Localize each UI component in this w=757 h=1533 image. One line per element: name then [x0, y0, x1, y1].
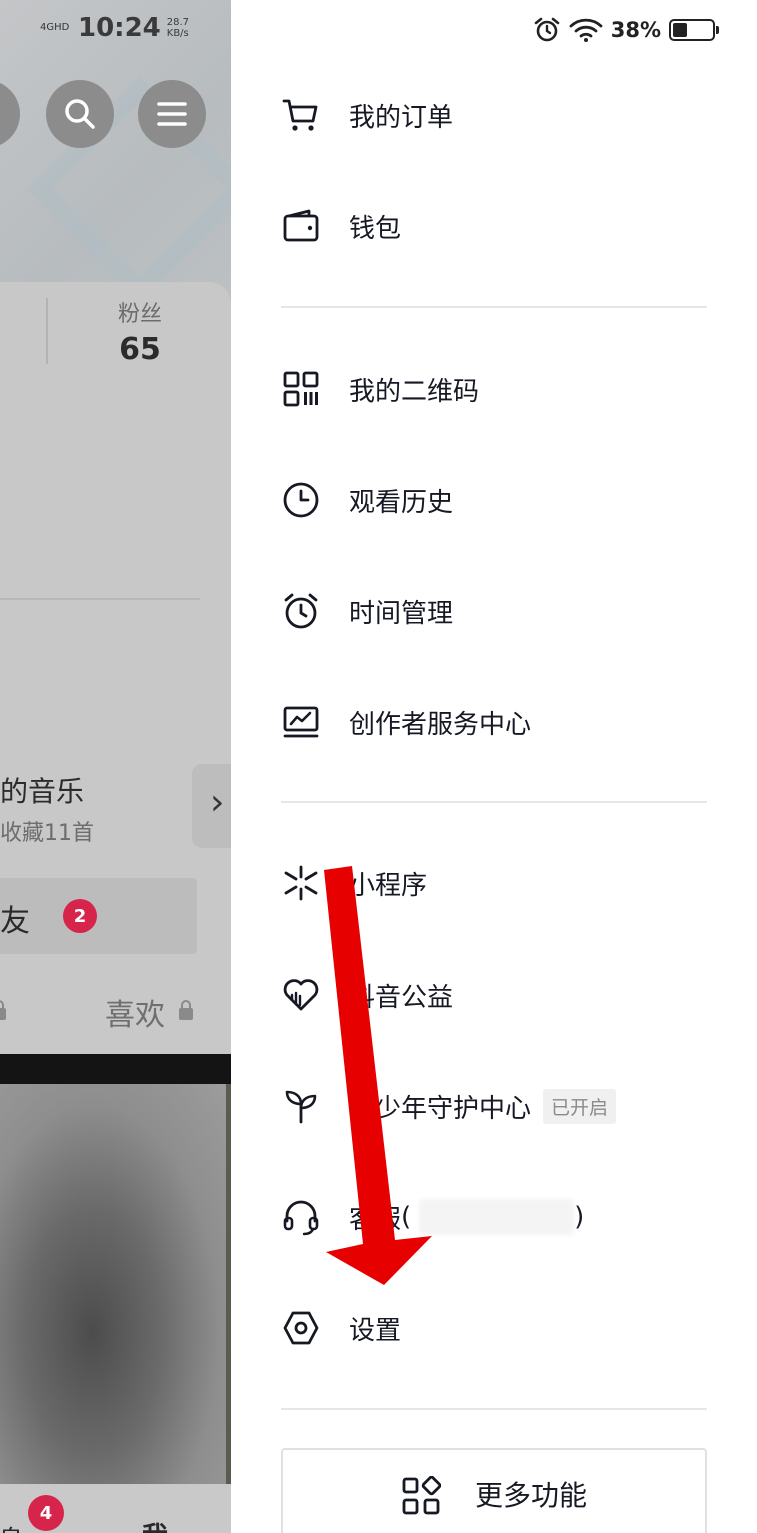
tab-messages[interactable]: 消息 — [0, 1520, 24, 1533]
menu-label: 青少年守护中心 — [349, 1093, 532, 1124]
network-indicator: 4GHD — [40, 22, 70, 33]
speed-unit: KB/s — [166, 28, 189, 39]
fans-label: 粉丝 — [117, 302, 162, 327]
status-bar-left: 4GHD 10:24 28.7 KB/s — [40, 12, 189, 44]
menu-item-watch-history[interactable]: 观看历史 — [281, 470, 711, 530]
menu-item-time-management[interactable]: 时间管理 — [281, 581, 711, 641]
cart-icon — [281, 95, 321, 135]
lock-icon — [179, 1000, 193, 1020]
search-button[interactable] — [46, 80, 114, 148]
menu-label: 钱包 — [349, 213, 402, 244]
menu-item-qr-code[interactable]: 我的二维码 — [281, 359, 711, 419]
menu-divider — [281, 801, 707, 803]
likes-tab[interactable]: 喜欢 — [105, 990, 165, 1034]
open-paren: ( — [401, 1202, 412, 1232]
tab-me[interactable]: 我 — [142, 1516, 168, 1533]
hamburger-menu-icon — [157, 102, 187, 126]
status-bar-right: 38% — [533, 14, 719, 46]
close-paren: ) — [574, 1202, 585, 1232]
menu-item-my-orders[interactable]: 我的订单 — [281, 85, 711, 145]
headset-icon — [281, 1197, 321, 1237]
my-music-title[interactable]: 我的音乐 — [0, 770, 84, 810]
menu-item-mini-programs[interactable]: 小程序 — [281, 853, 711, 913]
menu-item-customer-service[interactable]: 客服 ( ) — [281, 1187, 711, 1247]
network-speed: 28.7 KB/s — [167, 17, 189, 39]
menu-label: 观看历史 — [349, 487, 454, 518]
menu-item-creator-center[interactable]: 创作者服务中心 — [281, 692, 711, 752]
menu-button[interactable] — [138, 80, 206, 148]
qr-code-icon — [281, 369, 321, 409]
menu-divider — [281, 1408, 707, 1410]
status-time: 10:24 — [78, 13, 161, 43]
search-icon — [65, 99, 95, 129]
status-badge: 已开启 — [543, 1088, 617, 1124]
friends-label: 朋友 — [0, 904, 30, 939]
blurred-video-thumbnail[interactable] — [0, 1084, 231, 1484]
chevron-right-icon: › — [210, 782, 225, 823]
my-music-subtitle: 已收藏11首 — [0, 821, 94, 846]
redacted-contact — [419, 1199, 575, 1235]
creator-monitor-icon — [281, 702, 321, 742]
dimmed-profile-background[interactable]: 4GHD 10:24 28.7 KB/s 粉丝 65 我的音乐 已收藏11首 ›… — [0, 0, 231, 1533]
music-expand-button[interactable]: › — [192, 764, 231, 848]
menu-divider — [281, 306, 707, 308]
fans-count[interactable]: 65 — [100, 332, 180, 367]
menu-label: 我的二维码 — [349, 376, 480, 407]
battery-icon — [669, 19, 719, 41]
mini-program-icon — [281, 863, 321, 903]
menu-label: 客服 — [349, 1204, 402, 1235]
menu-label: 小程序 — [349, 870, 428, 901]
battery-percent: 38% — [610, 18, 661, 42]
menu-item-settings[interactable]: 设置 — [281, 1298, 711, 1358]
messages-badge: 4 — [28, 1495, 64, 1531]
alarm-status-icon — [534, 17, 560, 42]
menu-label: 时间管理 — [349, 598, 454, 629]
wallet-icon — [281, 206, 321, 246]
lock-icon — [0, 1000, 6, 1020]
menu-item-charity[interactable]: 抖音公益 — [281, 965, 711, 1025]
speed-value: 28.7 — [166, 17, 190, 28]
menu-label: 创作者服务中心 — [349, 709, 532, 740]
alarm-clock-icon — [281, 591, 321, 631]
menu-label: 抖音公益 — [349, 982, 454, 1013]
side-drawer-menu: 38% 我的订单 钱包 我的二维码 观看历史 时间管理 创作者服务中心 小程序 … — [231, 0, 757, 1533]
profile-divider — [0, 598, 200, 600]
battery-level — [673, 23, 687, 37]
menu-label: 设置 — [349, 1315, 402, 1346]
more-features-label: 更多功能 — [474, 1479, 587, 1512]
sprout-icon — [281, 1086, 321, 1126]
friends-badge: 2 — [63, 899, 97, 933]
wifi-icon — [569, 18, 603, 42]
stats-divider — [46, 298, 48, 364]
menu-item-wallet[interactable]: 钱包 — [281, 196, 711, 256]
content-separator — [0, 1054, 231, 1084]
apps-grid-icon — [401, 1475, 442, 1516]
charity-heart-icon — [281, 975, 321, 1015]
more-features-button[interactable]: 更多功能 — [281, 1448, 707, 1533]
menu-item-youth-protection[interactable]: 青少年守护中心 已开启 — [281, 1076, 711, 1136]
clock-icon — [281, 480, 321, 520]
settings-hexagon-icon — [281, 1308, 321, 1348]
menu-label: 我的订单 — [349, 102, 454, 133]
